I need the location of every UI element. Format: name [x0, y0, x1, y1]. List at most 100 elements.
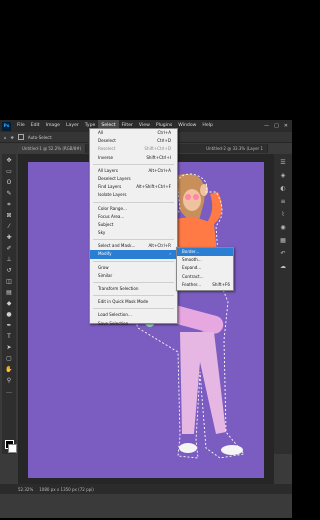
menu-layer[interactable]: Layer	[63, 120, 82, 132]
submenu-item-label: Contract...	[182, 273, 204, 279]
select-menu-item-save-selection[interactable]: Save Selection...	[90, 320, 177, 328]
tab-untitled-2[interactable]: Untitled-2 @ 33.3% (Layer 1	[202, 144, 268, 153]
menu-item-shortcut: Shift+Ctrl+D	[144, 146, 171, 152]
menu-item-shortcut: ›	[169, 251, 171, 257]
glasses-left	[185, 194, 191, 200]
menu-edit[interactable]: Edit	[28, 120, 43, 132]
menu-item-label: Find Layers	[98, 184, 122, 190]
hand-icon[interactable]: ✋	[4, 366, 14, 374]
zoom-icon[interactable]: ⚲	[4, 377, 14, 385]
select-menu-item-transform-selection[interactable]: Transform Selection	[90, 285, 177, 293]
window-controls: — □ ✕	[264, 123, 292, 129]
history-icon[interactable]: ↶	[278, 250, 288, 258]
menu-item-label: Transform Selection	[98, 286, 139, 291]
select-menu-item-deselect[interactable]: Deselect Ctrl+D	[90, 137, 177, 145]
dodge-icon[interactable]: ●	[4, 311, 14, 319]
minimize-icon[interactable]: —	[264, 123, 269, 129]
glasses-right	[193, 194, 199, 200]
more-tools-icon[interactable]: …	[4, 388, 14, 396]
brush-icon[interactable]: ✐	[4, 245, 14, 253]
select-menu-item-grow[interactable]: Grow	[90, 264, 177, 272]
stamp-icon[interactable]: ⊥	[4, 256, 14, 264]
submenu-item-label: Expand...	[182, 265, 202, 271]
layers-icon[interactable]: ◈	[278, 172, 288, 180]
select-menu-item-inverse[interactable]: Inverse Shift+Ctrl+I	[90, 154, 177, 162]
pen-icon[interactable]: ✒	[4, 322, 14, 330]
menu-separator	[93, 295, 174, 297]
select-menu-item-load-selection[interactable]: Load Selection...	[90, 311, 177, 319]
channels-icon[interactable]: ≡	[278, 198, 288, 206]
menu-item-label: Color Range...	[98, 205, 127, 211]
select-menu-item-focus-area[interactable]: Focus Area...	[90, 213, 177, 221]
menu-item-shortcut: Shift+Ctrl+I	[146, 154, 171, 160]
modify-submenu-item-contract[interactable]: Contract...	[177, 273, 233, 281]
menu-item-shortcut: Alt+Shift+Ctrl+F	[136, 184, 171, 190]
select-menu-dropdown: All Ctrl+A Deselect Ctrl+D Reselect Shift+Ctr…	[89, 128, 178, 326]
libraries-icon[interactable]: ☁	[278, 263, 288, 271]
blur-icon[interactable]: ◆	[4, 300, 14, 308]
menu-item-shortcut: Alt+Ctrl+R	[148, 243, 171, 249]
move-icon[interactable]: ✥	[4, 157, 14, 165]
home-icon[interactable]: ⌂	[4, 135, 7, 140]
eyedropper-icon[interactable]: ⁄	[4, 223, 14, 231]
select-menu-item-subject[interactable]: Subject	[90, 221, 177, 229]
background-color-swatch[interactable]	[8, 444, 17, 453]
healing-icon[interactable]: ✚	[4, 234, 14, 242]
properties-icon[interactable]: ☰	[278, 159, 288, 167]
sneaker-left	[179, 443, 197, 453]
menu-image[interactable]: Image	[43, 120, 63, 132]
select-menu-item-color-range[interactable]: Color Range...	[90, 205, 177, 213]
swatches-icon[interactable]: ▦	[278, 237, 288, 245]
modify-submenu-item-feather[interactable]: Feather... Shift+F6	[177, 281, 233, 289]
submenu-item-label: Border...	[182, 249, 200, 254]
menu-help[interactable]: Help	[199, 120, 215, 132]
color-icon[interactable]: ◉	[278, 224, 288, 232]
frame-icon[interactable]: ⊠	[4, 212, 14, 220]
menu-file[interactable]: File	[14, 120, 28, 132]
path-select-icon[interactable]: ➤	[4, 344, 14, 352]
select-menu-item-modify[interactable]: Modify ›	[90, 250, 177, 259]
select-menu-item-find-layers[interactable]: Find Layers Alt+Shift+Ctrl+F	[90, 183, 177, 191]
quick-select-icon[interactable]: ✎	[4, 190, 14, 198]
select-menu-item-sky[interactable]: Sky	[90, 229, 177, 237]
modify-submenu-item-border[interactable]: Border...	[177, 248, 233, 257]
menu-item-label: Reselect	[98, 146, 116, 152]
modify-submenu-item-expand[interactable]: Expand...	[177, 264, 233, 272]
menu-item-label: Isolate Layers	[98, 192, 127, 198]
marquee-icon[interactable]: ▭	[4, 168, 14, 176]
menu-item-label: Similar	[98, 272, 113, 278]
lasso-icon[interactable]: ʘ	[4, 179, 14, 187]
maximize-icon[interactable]: □	[274, 123, 279, 129]
menu-item-label: Sky	[98, 230, 106, 236]
tab-untitled-1[interactable]: Untitled-1 @ 52.2% (RGB/8#)	[18, 144, 87, 153]
paths-icon[interactable]: ⌇	[278, 211, 288, 219]
close-icon[interactable]: ✕	[284, 123, 288, 129]
sneaker-right	[221, 445, 243, 455]
menu-item-label: Modify	[98, 251, 112, 257]
type-icon[interactable]: T	[4, 333, 14, 341]
select-menu-item-edit-in-quick-mask-mode[interactable]: Edit in Quick Mask Mode	[90, 298, 177, 306]
modify-submenu-item-smooth[interactable]: Smooth...	[177, 256, 233, 264]
move-tool-icon[interactable]: ✥	[11, 135, 14, 140]
menu-item-shortcut: Alt+Ctrl+A	[148, 167, 172, 173]
history-brush-icon[interactable]: ↺	[4, 267, 14, 275]
select-menu-item-all-layers[interactable]: All Layers Alt+Ctrl+A	[90, 167, 177, 175]
gradient-icon[interactable]: ▤	[4, 289, 14, 297]
photoshop-window: Ps File Edit Image Layer Type Select Fil…	[0, 120, 292, 518]
select-menu-item-similar[interactable]: Similar	[90, 272, 177, 280]
menu-item-label: All Layers	[98, 167, 118, 173]
eraser-icon[interactable]: ◫	[4, 278, 14, 286]
select-menu-item-select-and-mask[interactable]: Select and Mask... Alt+Ctrl+R	[90, 242, 177, 250]
select-menu-item-all[interactable]: All Ctrl+A	[90, 129, 177, 137]
menu-item-label: Inverse	[98, 154, 114, 160]
select-menu-item-isolate-layers[interactable]: Isolate Layers	[90, 191, 177, 199]
select-menu-item-deselect-layers[interactable]: Deselect Layers	[90, 175, 177, 183]
menu-window[interactable]: Window	[175, 120, 199, 132]
menu-separator	[93, 239, 174, 241]
menu-separator	[93, 282, 174, 283]
crop-icon[interactable]: ⌗	[4, 201, 14, 209]
zoom-level[interactable]: 52.32%	[18, 487, 33, 492]
auto-select-checkbox[interactable]	[17, 134, 24, 140]
adjustments-icon[interactable]: ◐	[278, 185, 288, 193]
shape-icon[interactable]: ▢	[4, 355, 14, 363]
